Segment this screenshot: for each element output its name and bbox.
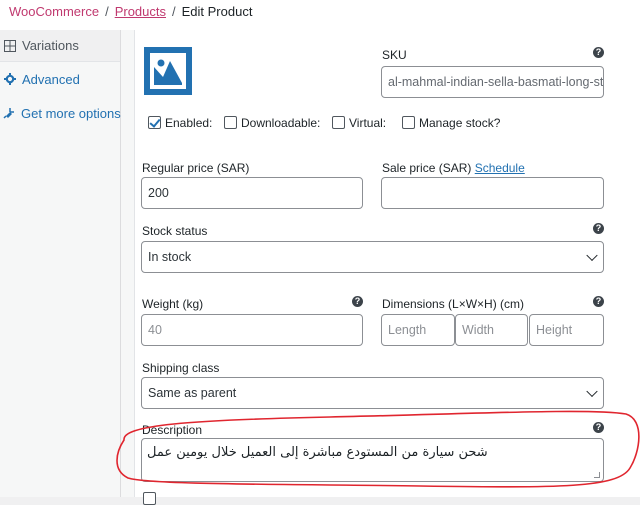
enabled-checkbox[interactable] xyxy=(148,116,161,129)
sidebar-item-label: Variations xyxy=(22,38,79,53)
manage-stock-checkbox[interactable] xyxy=(402,116,415,129)
breadcrumb-separator: / xyxy=(172,4,176,19)
shipping-class-label: Shipping class xyxy=(142,361,220,375)
description-text: شحن سيارة من المستودع مباشرة إلى العميل … xyxy=(147,445,488,460)
breadcrumb-products-link[interactable]: Products xyxy=(115,4,166,19)
help-icon[interactable]: ? xyxy=(593,223,604,234)
sidebar-item-get-more-options[interactable]: Get more options xyxy=(0,97,121,129)
sale-price-input[interactable] xyxy=(381,177,604,209)
product-data-tabs: Variations Advanced Get more options xyxy=(0,30,121,497)
regular-price-label: Regular price (SAR) xyxy=(142,161,250,175)
help-icon[interactable]: ? xyxy=(352,296,363,307)
manage-stock-label: Manage stock? xyxy=(419,116,501,130)
stock-status-select[interactable]: In stock xyxy=(141,241,604,273)
virtual-checkbox[interactable] xyxy=(332,116,345,129)
stock-status-value: In stock xyxy=(148,250,192,264)
breadcrumb: WooCommerce / Products / Edit Product xyxy=(9,4,252,19)
shipping-class-value: Same as parent xyxy=(148,386,237,400)
downloadable-label: Downloadable: xyxy=(241,116,321,130)
length-input[interactable]: Length xyxy=(381,314,455,346)
description-label: Description xyxy=(142,423,203,437)
panel-edge xyxy=(121,30,135,497)
gear-icon xyxy=(3,73,16,86)
top-bar: WooCommerce / Products / Edit Product xyxy=(0,0,640,30)
sidebar-item-label: Get more options xyxy=(21,105,121,121)
sidebar-item-label: Advanced xyxy=(22,71,80,87)
chevron-down-icon xyxy=(586,385,598,398)
sidebar-item-variations[interactable]: Variations xyxy=(0,30,120,62)
help-icon[interactable]: ? xyxy=(593,296,604,307)
image-placeholder-icon xyxy=(150,53,186,89)
enabled-label: Enabled: xyxy=(165,116,213,130)
variation-image-button[interactable] xyxy=(144,47,192,95)
height-input[interactable]: Height xyxy=(529,314,604,346)
width-input[interactable]: Width xyxy=(455,314,528,346)
grid-icon xyxy=(3,39,16,52)
sale-price-label: Sale price (SAR) xyxy=(382,161,472,175)
breadcrumb-woocommerce-link[interactable]: WooCommerce xyxy=(9,4,99,19)
sku-input[interactable]: al-mahmal-indian-sella-basmati-long-stra xyxy=(381,66,604,98)
weight-label: Weight (kg) xyxy=(142,297,204,311)
shipping-class-select[interactable]: Same as parent xyxy=(141,377,604,409)
resize-handle[interactable] xyxy=(594,472,600,478)
weight-input[interactable]: 40 xyxy=(141,314,363,346)
description-textarea[interactable]: شحن سيارة من المستودع مباشرة إلى العميل … xyxy=(141,438,604,482)
chevron-down-icon xyxy=(586,249,598,262)
breadcrumb-separator: / xyxy=(105,4,109,19)
stock-status-label: Stock status xyxy=(142,224,208,238)
sale-price-label-row: Sale price (SAR) Schedule xyxy=(382,161,525,175)
regular-price-input[interactable]: 200 xyxy=(141,177,363,209)
breadcrumb-current: Edit Product xyxy=(181,4,253,19)
partial-checkbox[interactable] xyxy=(143,492,156,505)
help-icon[interactable]: ? xyxy=(593,47,604,58)
plugin-icon xyxy=(3,107,15,120)
dimensions-label: Dimensions (L×W×H) (cm) xyxy=(382,297,525,311)
sku-label: SKU xyxy=(382,48,407,62)
sidebar-item-advanced[interactable]: Advanced xyxy=(0,63,120,95)
schedule-link[interactable]: Schedule xyxy=(475,161,525,175)
help-icon[interactable]: ? xyxy=(593,422,604,433)
virtual-label: Virtual: xyxy=(349,116,387,130)
downloadable-checkbox[interactable] xyxy=(224,116,237,129)
